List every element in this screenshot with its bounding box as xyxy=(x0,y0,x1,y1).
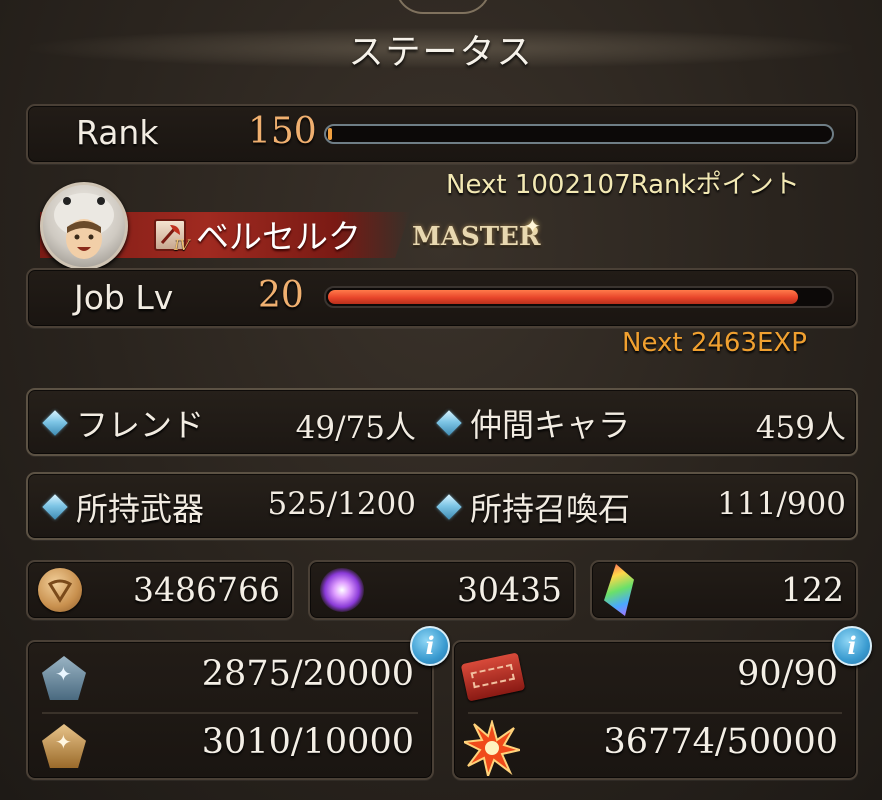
job-next-text: Next 2463EXP xyxy=(622,328,807,358)
diamond-icon xyxy=(436,494,462,520)
friends-panel: フレンド 49/75人 仲間キャラ 459人 xyxy=(26,388,858,456)
job-level-value: 20 xyxy=(258,275,304,316)
job-class-name: ベルセルク xyxy=(196,217,361,256)
rank-panel: Rank 150 xyxy=(26,104,858,164)
diamond-icon xyxy=(42,494,68,520)
ticket-value: 90/90 xyxy=(737,654,838,694)
nakama-label: 仲間キャラ xyxy=(470,406,631,444)
info-icon[interactable]: i xyxy=(410,626,450,666)
friend-label: フレンド xyxy=(76,406,205,444)
sparkle-icon: ✦ xyxy=(524,214,541,238)
item-a-value: 2875/20000 xyxy=(201,654,414,694)
crystal-panel: 122 xyxy=(590,560,858,620)
summons-value: 111/900 xyxy=(717,486,846,522)
rupie-icon xyxy=(38,568,82,612)
weapons-label: 所持武器 xyxy=(76,490,205,528)
crystal-value: 122 xyxy=(781,570,844,609)
job-exp-fill xyxy=(328,290,798,304)
master-badge: MASTER xyxy=(412,222,541,252)
rank-progress-fill xyxy=(328,128,332,140)
info-icon[interactable]: i xyxy=(832,626,872,666)
sparkle-icon: ✦ xyxy=(55,662,72,686)
burst-value: 36774/50000 xyxy=(603,722,838,762)
job-class-tier: IV xyxy=(174,238,190,254)
crystal-icon xyxy=(604,564,634,616)
job-level-panel: Job Lv 20 xyxy=(26,268,858,328)
diamond-icon xyxy=(42,410,68,436)
item-b-value: 3010/10000 xyxy=(201,722,414,762)
job-exp-bar xyxy=(324,286,834,308)
weapons-value: 525/1200 xyxy=(267,486,416,522)
nakama-value: 459人 xyxy=(755,410,846,446)
crystal-shard-panel: 30435 xyxy=(308,560,576,620)
friend-value: 49/75人 xyxy=(295,410,416,446)
character-portrait-icon xyxy=(54,193,114,259)
rupie-panel: 3486766 xyxy=(26,560,294,620)
left-stats-panel: ✦ 2875/20000 ✦ 3010/10000 xyxy=(26,640,434,780)
ticket-icon xyxy=(460,652,526,702)
burst-icon xyxy=(464,720,520,776)
top-ornament xyxy=(395,0,491,14)
rupie-value: 3486766 xyxy=(133,570,280,609)
job-level-label: Job Lv xyxy=(74,278,174,317)
sparkle-icon: ✦ xyxy=(55,730,72,754)
diamond-icon xyxy=(436,410,462,436)
rank-label: Rank xyxy=(76,113,159,152)
rank-next-text: Next 1002107Rankポイント xyxy=(446,170,800,200)
rupie-symbol-icon xyxy=(47,579,73,603)
stats-divider xyxy=(468,712,842,714)
avatar xyxy=(40,182,128,270)
page-title: ステータス xyxy=(348,33,534,73)
inventory-panel: 所持武器 525/1200 所持召喚石 111/900 xyxy=(26,472,858,540)
stats-divider xyxy=(42,712,418,714)
summons-label: 所持召喚石 xyxy=(470,490,631,528)
rank-progress-bar xyxy=(324,124,834,144)
rank-value: 150 xyxy=(248,111,317,152)
crystal-shard-value: 30435 xyxy=(457,570,562,609)
crystal-shard-icon xyxy=(320,568,364,612)
right-stats-panel: 90/90 36774/50000 xyxy=(452,640,858,780)
